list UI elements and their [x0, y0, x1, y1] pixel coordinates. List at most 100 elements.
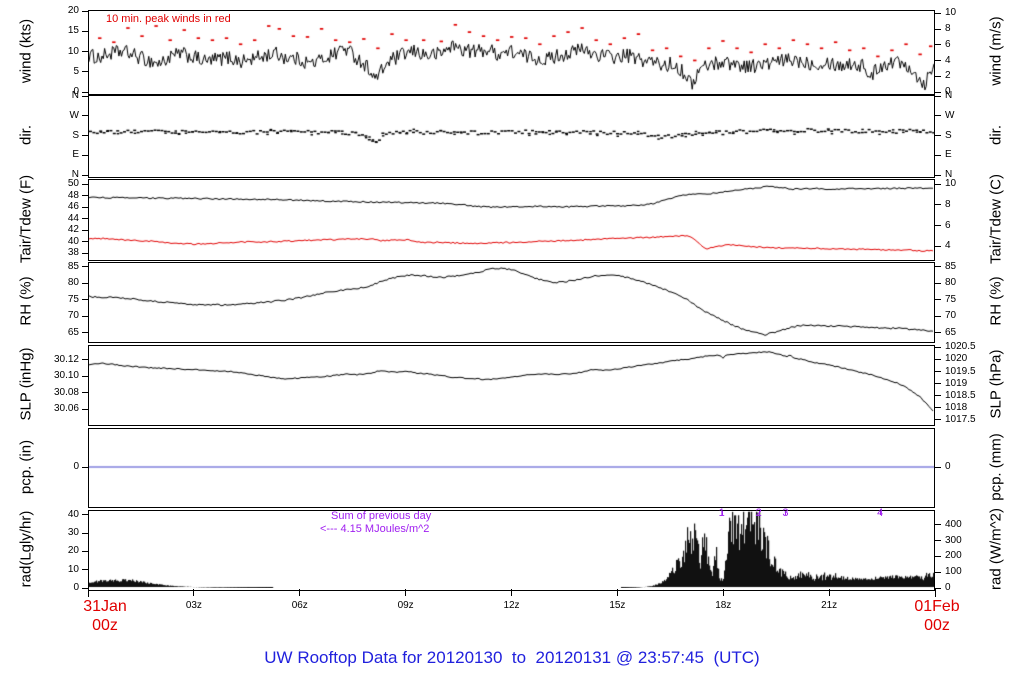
slp-right-tick-label: 1018.5: [945, 389, 976, 401]
humidity-right-axis-title: RH (%): [987, 276, 1005, 326]
rad-left-tick: [82, 550, 88, 552]
dir-right-tick-label: W: [945, 109, 955, 121]
temperature-right-tick-label: 8: [945, 198, 951, 210]
wind-right-tick: [935, 91, 941, 93]
wind-right-tick-label: 4: [945, 54, 951, 66]
dir-right-tick-label: S: [945, 129, 952, 141]
slp-left-tick: [82, 408, 88, 410]
dir-left-tick: [82, 95, 88, 97]
rad-right-tick-label: 100: [945, 566, 962, 578]
rad-right-tick-label: 0: [945, 582, 951, 593]
dir-left-tick: [82, 174, 88, 176]
slp-right-tick-label: 1019.5: [945, 365, 976, 377]
wind-right-tick: [935, 44, 941, 46]
wind-right-tick-label: 8: [945, 23, 951, 35]
rad-left-tick-label: 30: [67, 527, 79, 538]
dir-left-tick-label: W: [69, 109, 79, 121]
slp-right-tick: [935, 419, 941, 421]
pressure-left-axis-title: SLP (inHg): [17, 347, 35, 421]
rh-right-tick: [935, 282, 941, 284]
slp-right-tick: [935, 346, 941, 348]
temperature-left-tick-label: 38: [67, 247, 79, 259]
temperature-left-tick: [82, 206, 88, 208]
radiation-right-axis-title: rad (W/m^2): [987, 507, 1005, 591]
temperature-left-tick: [82, 195, 88, 197]
temperature-right-axis-title: Tair/Tdew (C): [987, 173, 1005, 265]
rh-right-tick: [935, 332, 941, 334]
dir-right-tick: [935, 154, 941, 156]
dir-left-tick: [82, 154, 88, 156]
x-axis-tick: [722, 589, 724, 596]
temperature-left-tick-label: 50: [67, 178, 79, 190]
dir-right-tick: [935, 174, 941, 176]
temperature-left-tick: [82, 252, 88, 254]
x-axis-end-tick: [934, 589, 936, 597]
wind-right-tick: [935, 12, 941, 14]
slp-right-tick: [935, 407, 941, 409]
temperature-left-tick-label: 46: [67, 201, 79, 213]
precip-left-axis-title: pcp. (in): [17, 439, 35, 495]
meteogram-figure: wind (kts) dir. Tair/Tdew (F) RH (%) SLP…: [0, 0, 1024, 700]
wind-left-tick: [82, 51, 88, 52]
wind-right-tick-label: 2: [945, 70, 951, 82]
pressure-right-axis-title: SLP (hPa): [987, 349, 1005, 419]
temperature-plot-canvas: [89, 180, 934, 258]
rh-left-tick: [82, 266, 88, 268]
slp-right-tick: [935, 383, 941, 385]
panel-pressure: [88, 345, 935, 426]
rh-right-tick: [935, 266, 941, 268]
dir-left-tick-label: S: [72, 129, 79, 141]
x-axis-tick-label: 03z: [185, 600, 202, 611]
dir-left-tick: [82, 135, 88, 136]
rad-marker-tick-2: [758, 511, 760, 515]
temperature-left-tick: [82, 241, 88, 243]
pcp-right-tick-label: 0: [945, 461, 951, 472]
dir-left-tick: [82, 115, 88, 117]
temperature-left-tick-label: 40: [67, 235, 79, 247]
end-date-label: 01Feb: [914, 598, 960, 615]
panel-temperature: [88, 179, 935, 261]
end-hour-label: 00z: [924, 617, 950, 634]
temperature-right-tick-label: 10: [945, 178, 957, 190]
dir-left-tick-label: E: [72, 149, 79, 161]
wind-left-tick-label: 20: [67, 5, 79, 16]
wind-right-tick-label: 10: [945, 7, 957, 19]
slp-right-tick: [935, 371, 941, 373]
temperature-right-tick: [935, 225, 941, 227]
slp-left-tick: [82, 392, 88, 394]
rad-right-tick-label: 300: [945, 534, 962, 546]
rh-right-tick: [935, 315, 941, 317]
rh-left-tick-label: 65: [67, 326, 79, 338]
direction-left-axis-title: dir.: [17, 124, 35, 146]
temperature-left-tick: [82, 218, 88, 220]
slp-right-tick-label: 1020.5: [945, 341, 976, 353]
temperature-right-tick-label: 6: [945, 219, 951, 231]
rad-right-tick: [935, 587, 941, 589]
wind-left-tick-label: 15: [67, 25, 79, 37]
rh-left-tick: [82, 315, 88, 317]
dir-right-tick: [935, 135, 941, 136]
radiation-left-axis-title: rad(Lgly/hr): [17, 510, 35, 588]
slp-right-tick-label: 1020: [945, 353, 968, 365]
slp-right-tick-label: 1019: [945, 377, 968, 389]
temperature-left-tick: [82, 183, 88, 185]
wind-right-tick: [935, 75, 941, 77]
slp-right-tick: [935, 358, 941, 360]
slp-left-tick: [82, 375, 88, 377]
pcp-left-tick-label: 0: [73, 461, 79, 472]
panel-precip: [88, 428, 935, 508]
rh-left-tick: [82, 332, 88, 334]
x-axis-tick-label: 12z: [503, 600, 520, 611]
panel-direction: [88, 95, 935, 178]
wind-left-tick: [82, 91, 88, 93]
x-axis-tick-label: 18z: [715, 600, 732, 611]
rh-right-tick: [935, 299, 941, 301]
rh-right-tick-label: 85: [945, 260, 957, 272]
slp-left-tick: [82, 359, 88, 361]
rad-left-tick: [82, 532, 88, 534]
dir-left-tick-label: N: [71, 90, 79, 101]
rad-right-tick: [935, 524, 941, 526]
rad-left-tick-label: 10: [67, 563, 79, 575]
wind-right-tick: [935, 28, 941, 30]
wind-right-tick: [935, 60, 941, 61]
